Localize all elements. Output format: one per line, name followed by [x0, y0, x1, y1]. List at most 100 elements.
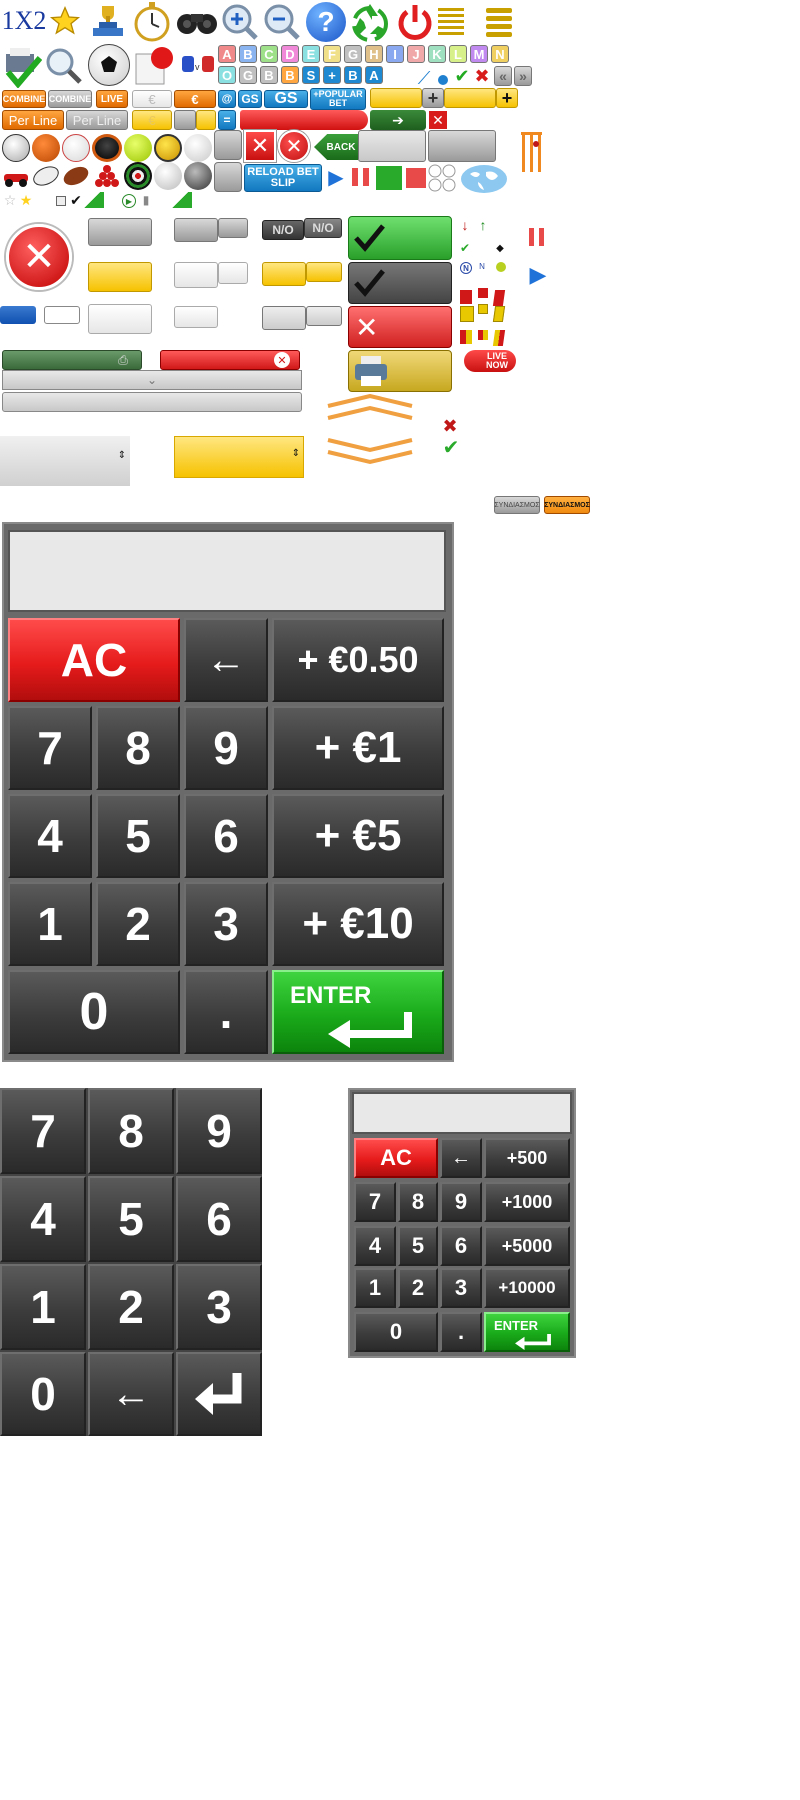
football-small-icon[interactable]: [2, 134, 30, 162]
euro-yellow-button[interactable]: €: [132, 110, 172, 130]
play-icon[interactable]: ▶: [326, 166, 346, 189]
combine-button[interactable]: COMBINE: [48, 90, 92, 108]
small-backspace-button[interactable]: ←: [440, 1138, 482, 1178]
letter-square-c[interactable]: C: [260, 45, 278, 63]
baseball-icon[interactable]: [62, 134, 90, 162]
confirm-button-dark[interactable]: [348, 262, 452, 304]
gray-square-button-2[interactable]: [214, 162, 242, 192]
numpad-enter[interactable]: [176, 1352, 262, 1436]
combo-button-orange[interactable]: ΣΥΝΔΙΑΣΜΟΣ: [544, 496, 590, 514]
letter-square-j[interactable]: J: [407, 45, 425, 63]
numpad-key-8[interactable]: 8: [88, 1088, 174, 1174]
dropdown-gray[interactable]: [0, 436, 130, 486]
zoom-out-icon[interactable]: [262, 2, 302, 42]
letter-square-h[interactable]: H: [365, 45, 383, 63]
yellow-block[interactable]: [196, 110, 216, 130]
small-key-8[interactable]: 8: [398, 1182, 438, 1222]
search-icon[interactable]: [44, 46, 84, 86]
motorsport-icon[interactable]: [2, 164, 30, 188]
double-chevron-down-icon[interactable]: [326, 438, 414, 466]
numpad-key-1[interactable]: 1: [0, 1264, 86, 1350]
small-enter-button[interactable]: ENTER: [484, 1312, 570, 1352]
cricket-ball-icon[interactable]: [154, 162, 182, 190]
plus-button-yellow[interactable]: +: [496, 88, 518, 108]
tennis-icon[interactable]: [124, 134, 152, 162]
letter-square-row2-5[interactable]: +: [323, 66, 341, 84]
yellow-slider-left[interactable]: [370, 88, 422, 108]
basketball-icon[interactable]: [32, 134, 60, 162]
light-gray-tab-left[interactable]: [262, 306, 306, 330]
white-tab-left[interactable]: [174, 262, 218, 288]
enter-button[interactable]: ENTER: [272, 970, 444, 1054]
per-line-button-active[interactable]: Per Line: [2, 110, 64, 130]
snooker-icon[interactable]: [92, 164, 122, 190]
team-shirts-icon[interactable]: v: [180, 50, 218, 80]
key-4[interactable]: 4: [8, 794, 92, 878]
popular-bet-button[interactable]: +POPULAR BET: [310, 88, 366, 110]
play-blue-icon[interactable]: ▶: [526, 262, 550, 288]
per-line-button[interactable]: Per Line: [66, 110, 128, 130]
letter-square-b[interactable]: B: [239, 45, 257, 63]
key-6[interactable]: 6: [184, 794, 268, 878]
key-1[interactable]: 1: [8, 882, 92, 966]
yellow-tab-right[interactable]: [306, 262, 342, 282]
add-050-button[interactable]: + €0.50: [272, 618, 444, 702]
add-10-button[interactable]: + €10: [272, 882, 444, 966]
light-gray-tab-right[interactable]: [306, 306, 342, 326]
notepad-alarm-icon[interactable]: [132, 44, 176, 88]
small-key-9[interactable]: 9: [440, 1182, 482, 1222]
play-circle-icon[interactable]: ▶: [122, 194, 136, 208]
white-tab[interactable]: [44, 306, 80, 324]
gs-button-large[interactable]: GS: [264, 90, 308, 108]
numpad-key-7[interactable]: 7: [0, 1088, 86, 1174]
at-button[interactable]: @: [218, 90, 236, 108]
dropdown-arrows-yellow-icon[interactable]: ⇕: [290, 446, 302, 460]
trash-icon[interactable]: ▮: [140, 192, 152, 208]
letter-square-m[interactable]: M: [470, 45, 488, 63]
chevron-down-icon[interactable]: ⌄: [144, 372, 160, 388]
small-key-0[interactable]: 0: [354, 1312, 438, 1352]
yellow-block-large[interactable]: [88, 262, 152, 292]
add-5000-button[interactable]: +5000: [484, 1226, 570, 1266]
plus-button-gray[interactable]: +: [422, 88, 444, 108]
american-football-icon[interactable]: [62, 164, 90, 188]
combine-button-active[interactable]: COMBINE: [2, 90, 46, 108]
key-5[interactable]: 5: [96, 794, 180, 878]
letter-square-row2-3[interactable]: B: [281, 66, 299, 84]
small-decimal-button[interactable]: .: [440, 1312, 482, 1352]
darts-icon[interactable]: [124, 162, 152, 190]
numbered-list-icon[interactable]: [486, 6, 512, 38]
red-arrow-button[interactable]: [240, 110, 368, 130]
letter-square-n[interactable]: N: [491, 45, 509, 63]
add-500-button[interactable]: +500: [484, 1138, 570, 1178]
letter-square-g[interactable]: G: [344, 45, 362, 63]
letter-square-row2-1[interactable]: G: [239, 66, 257, 84]
white-block-large[interactable]: [88, 304, 152, 334]
blue-tab[interactable]: [0, 306, 36, 324]
decimal-button[interactable]: .: [184, 970, 268, 1054]
hockey-puck-icon[interactable]: [92, 134, 122, 162]
gray-block-large[interactable]: [88, 218, 152, 246]
pause-icon[interactable]: [350, 166, 372, 188]
combo-button-gray[interactable]: ΣΥΝΔΙΑΣΜΟΣ: [494, 496, 540, 514]
key-2[interactable]: 2: [96, 882, 180, 966]
numpad-key-6[interactable]: 6: [176, 1176, 262, 1262]
big-close-icon[interactable]: ✕: [6, 224, 72, 290]
backspace-button[interactable]: ←: [184, 618, 268, 702]
white-tab-right[interactable]: [218, 262, 248, 284]
close-icon[interactable]: ✕: [428, 110, 448, 130]
numpad-key-2[interactable]: 2: [88, 1264, 174, 1350]
cricket-icon[interactable]: [520, 130, 544, 174]
zoom-in-icon[interactable]: [220, 2, 260, 42]
binoculars-icon[interactable]: [175, 6, 219, 36]
confirm-button-green[interactable]: [348, 216, 452, 260]
checkbox-empty[interactable]: [56, 196, 66, 206]
euro-button-active[interactable]: €: [174, 90, 216, 108]
letter-square-f[interactable]: F: [323, 45, 341, 63]
small-key-2[interactable]: 2: [398, 1268, 438, 1308]
gray-square-button[interactable]: [214, 130, 242, 160]
double-left-icon[interactable]: «: [494, 66, 512, 86]
bowling-icon[interactable]: [184, 162, 212, 190]
football-icon[interactable]: [88, 44, 130, 86]
letter-square-e[interactable]: E: [302, 45, 320, 63]
